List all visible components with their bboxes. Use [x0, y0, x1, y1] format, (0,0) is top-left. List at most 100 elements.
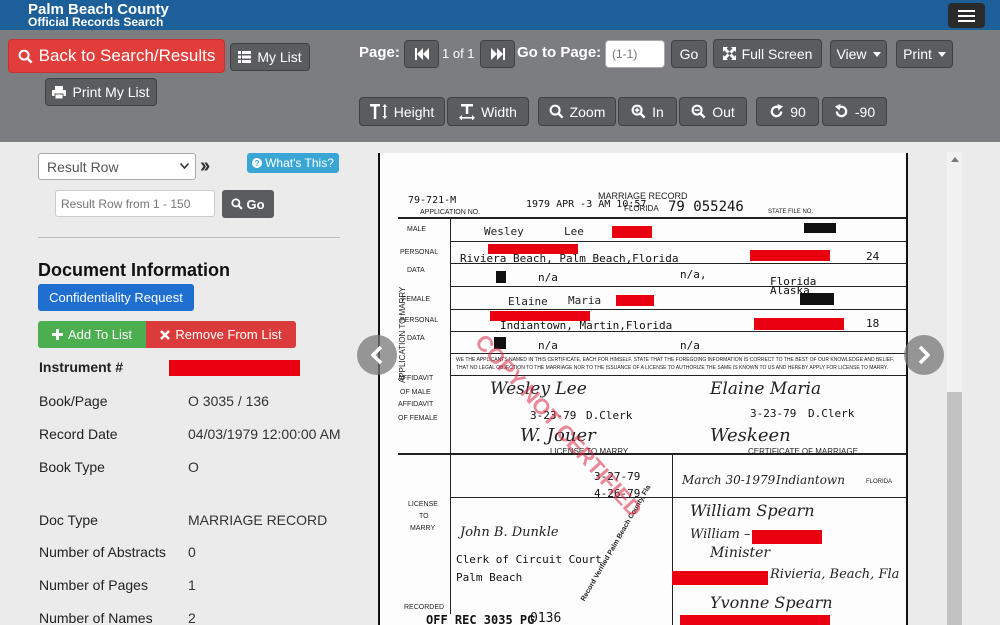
side-label-marry: MARRY	[410, 525, 436, 532]
result-row-go-button[interactable]: Go	[222, 190, 274, 218]
result-row-select[interactable]: Result Row	[38, 153, 196, 180]
officiant-signature: William Spearn	[690, 501, 815, 520]
zoom-out-label: Out	[712, 103, 735, 120]
print-label: Print	[903, 46, 932, 62]
go-to-page-label: Go to Page:	[517, 44, 602, 61]
state-file-number: 79 055246	[668, 199, 744, 215]
recorded-book: OFF REC 3035 PG	[426, 613, 535, 625]
side-label-to: TO	[419, 513, 429, 520]
whats-this-button[interactable]: ? What's This?	[247, 153, 339, 173]
side-label-personal: PERSONAL	[400, 249, 439, 256]
clerk-signature-2: Weskeen	[710, 425, 791, 446]
rotate-counterclockwise-button[interactable]: -90	[822, 97, 887, 126]
field-label-instrument: Instrument #	[39, 359, 124, 375]
field-value-record-date: 04/03/1979 12:00:00 AM	[188, 426, 341, 442]
rotate-cw-icon	[770, 104, 784, 118]
search-icon	[18, 49, 33, 63]
field-value-number-of-pages: 1	[188, 577, 196, 593]
redacted-female-birthdate	[754, 318, 844, 330]
fit-width-button[interactable]: Width	[447, 97, 529, 126]
male-last-marriage-ended: n/a,	[680, 268, 707, 281]
width-label: Width	[481, 103, 517, 120]
field-value-book-page: O 3035 / 136	[188, 393, 269, 409]
panel-divider	[38, 237, 340, 238]
remove-from-list-button[interactable]: Remove From List	[146, 321, 296, 348]
previous-page-arrow[interactable]	[357, 335, 397, 375]
officiant-title: Minister	[710, 545, 771, 561]
result-row-input[interactable]	[55, 190, 215, 217]
last-page-button[interactable]	[480, 40, 515, 68]
print-dropdown-button[interactable]: Print	[896, 40, 953, 68]
side-label-data-2: DATA	[407, 335, 425, 342]
zoom-out-button[interactable]: Out	[679, 97, 747, 126]
add-to-list-label: Add To List	[67, 327, 133, 342]
go-label: Go	[679, 46, 699, 62]
recorded-page: 0136	[530, 611, 562, 625]
text-height-icon	[369, 104, 388, 119]
marriage-record-image[interactable]: 79-721-M APPLICATION NO. MARRIAGE RECORD…	[378, 153, 908, 625]
view-label: View	[836, 46, 867, 62]
marriage-state: FLORIDA	[866, 479, 893, 485]
rotate-cw-label: 90	[790, 103, 806, 120]
first-page-button[interactable]	[404, 40, 439, 68]
redacted-witness	[680, 615, 830, 625]
first-page-icon	[414, 48, 429, 60]
document-information-heading: Document Information	[38, 260, 230, 280]
next-page-arrow[interactable]	[904, 335, 944, 375]
side-label-of-female: OF FEMALE	[398, 415, 438, 422]
go-to-page-input[interactable]	[605, 40, 665, 68]
field-value-number-of-abstracts: 0	[188, 544, 196, 560]
next-result-chevron[interactable]: ››	[200, 155, 210, 178]
marriage-date: March 30-1979	[682, 473, 776, 487]
application-number-label: APPLICATION NO.	[420, 209, 481, 216]
field-value-book-type: O	[188, 459, 199, 475]
scroll-up-arrow[interactable]	[951, 157, 959, 162]
field-label-number-of-names: Number of Names	[39, 610, 153, 625]
field-value-number-of-names: 2	[188, 610, 196, 625]
remove-from-list-label: Remove From List	[175, 327, 282, 342]
my-list-button[interactable]: My List	[230, 43, 310, 71]
confidentiality-request-button[interactable]: Confidentiality Request	[38, 284, 194, 311]
viewer-scrollbar-thumb[interactable]	[947, 392, 962, 625]
officiant-name: William –	[690, 527, 751, 542]
view-dropdown-button[interactable]: View	[830, 40, 887, 68]
field-label-record-date: Record Date	[39, 426, 118, 442]
zoom-in-button[interactable]: In	[618, 97, 677, 126]
chevron-left-icon	[371, 345, 383, 365]
caret-down-icon	[872, 51, 881, 57]
last-page-icon	[490, 48, 505, 60]
full-screen-button[interactable]: Full Screen	[713, 39, 822, 68]
zoom-in-label: In	[652, 103, 664, 120]
page-count: 1 of 1	[442, 46, 475, 61]
go-to-page-button[interactable]: Go	[671, 40, 707, 68]
zoom-label: Zoom	[569, 103, 606, 120]
zoom-in-icon	[631, 104, 646, 119]
male-affidavit-clerk: D.Clerk	[586, 409, 633, 422]
affidavit-text: WE THE APPLICANTS NAMED IN THIS CERTIFIC…	[456, 357, 895, 363]
female-signature: Elaine Maria	[710, 379, 822, 399]
hamburger-menu-button[interactable]	[948, 3, 985, 28]
state-file-label: STATE FILE NO.	[768, 209, 814, 215]
state-label: FLORIDA	[624, 204, 659, 213]
result-row-go-label: Go	[246, 196, 265, 212]
add-to-list-button[interactable]: Add To List	[38, 321, 146, 348]
top-header: Palm Beach County Official Records Searc…	[0, 0, 1000, 30]
print-icon	[52, 85, 67, 99]
field-value-doc-type: MARRIAGE RECORD	[188, 512, 328, 528]
female-first-name: Elaine	[508, 295, 548, 308]
application-number: 79-721-M	[408, 195, 457, 206]
times-icon	[160, 329, 171, 340]
zoom-button[interactable]: Zoom	[538, 97, 616, 126]
question-icon: ?	[252, 158, 263, 168]
print-my-list-button[interactable]: Print My List	[45, 78, 157, 106]
fit-height-button[interactable]: Height	[359, 97, 445, 126]
site-subtitle[interactable]: Official Records Search	[28, 15, 163, 29]
rotate-ccw-icon	[834, 104, 848, 118]
rotate-clockwise-button[interactable]: 90	[756, 97, 819, 126]
clerk-of-court: Clerk of Circuit Court	[456, 553, 602, 566]
side-label-license: LICENSE	[408, 501, 438, 508]
female-birthplace: Alaska	[770, 284, 810, 297]
back-to-search-button[interactable]: Back to Search/Results	[8, 39, 225, 73]
rule	[450, 219, 451, 614]
fullscreen-icon	[722, 47, 736, 60]
